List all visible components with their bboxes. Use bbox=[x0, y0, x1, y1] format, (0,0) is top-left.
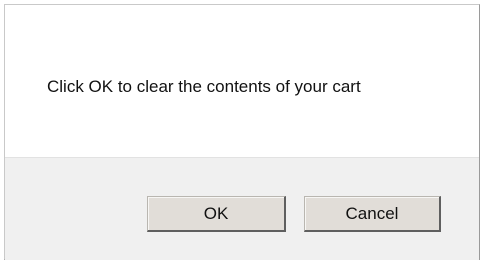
ok-button[interactable]: OK bbox=[147, 196, 286, 232]
dialog-message: Click OK to clear the contents of your c… bbox=[47, 77, 361, 96]
dialog-content: Click OK to clear the contents of your c… bbox=[5, 5, 479, 157]
confirm-dialog: Click OK to clear the contents of your c… bbox=[4, 4, 480, 260]
cancel-button[interactable]: Cancel bbox=[304, 196, 441, 232]
dialog-footer: OK Cancel bbox=[5, 157, 479, 260]
